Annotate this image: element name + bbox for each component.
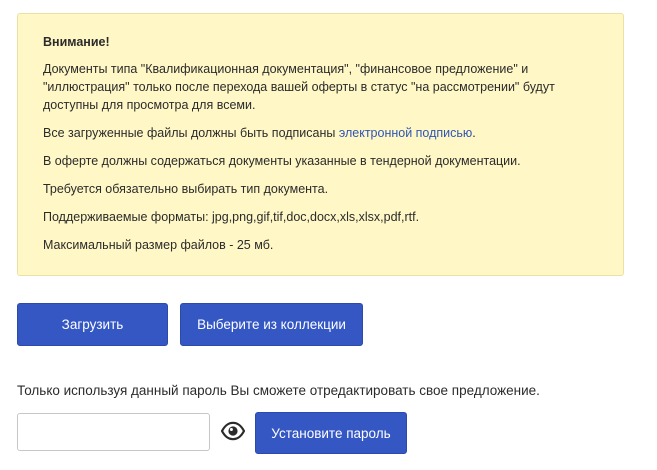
notice-signature-text: Все загруженные файлы должны быть подпис… xyxy=(43,124,599,142)
notice-doc-type-text: Требуется обязательно выбирать тип докум… xyxy=(43,182,329,196)
password-input[interactable] xyxy=(17,413,210,451)
notice-visibility-text: Документы типа "Квалификационная докумен… xyxy=(43,62,555,112)
notice-max-size-text: Максимальный размер файлов - 25 мб. xyxy=(43,238,274,252)
notice-signature-prefix: Все загруженные файлы должны быть подпис… xyxy=(43,126,339,140)
electronic-signature-link[interactable]: электронной подписью xyxy=(339,126,472,140)
password-hint: Только используя данный пароль Вы сможет… xyxy=(17,383,540,398)
notice-required-docs-text: В оферте должны содержаться документы ук… xyxy=(43,154,521,168)
choose-from-collection-button[interactable]: Выберите из коллекции xyxy=(180,303,363,346)
notice-formats-text: Поддерживаемые форматы: jpg,png,gif,tif,… xyxy=(43,210,420,224)
upload-notice-box: Внимание! Документы типа "Квалификационн… xyxy=(17,13,624,276)
notice-signature-suffix: . xyxy=(472,126,476,140)
set-password-button[interactable]: Установите пароль xyxy=(255,412,407,454)
eye-icon[interactable] xyxy=(220,421,246,441)
notice-title: Внимание! xyxy=(43,35,110,49)
upload-button[interactable]: Загрузить xyxy=(17,303,168,346)
